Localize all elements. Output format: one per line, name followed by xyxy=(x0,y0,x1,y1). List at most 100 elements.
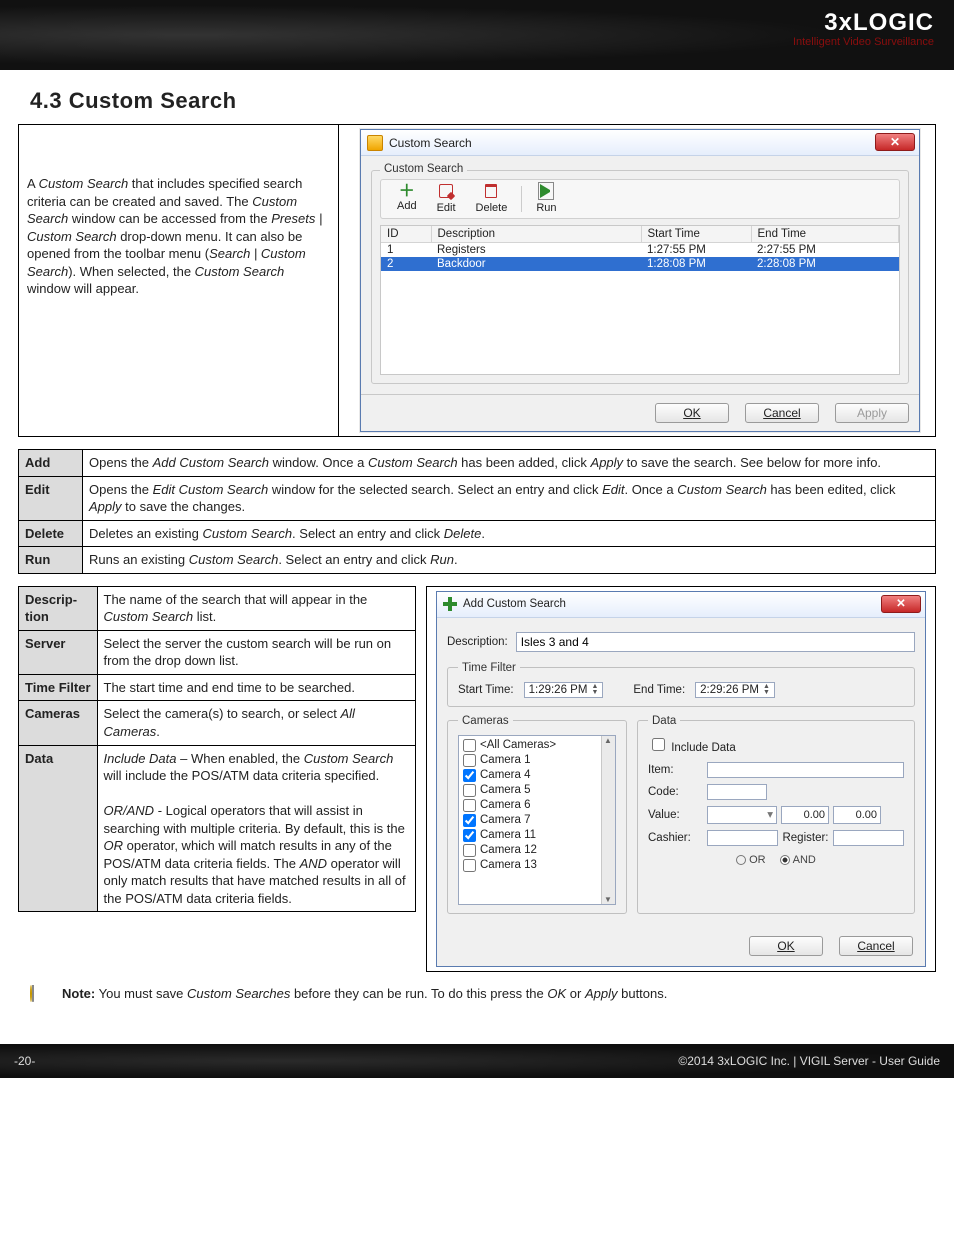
code-input[interactable] xyxy=(707,784,767,800)
camera-list[interactable]: <All Cameras>Camera 1Camera 4Camera 5Cam… xyxy=(458,735,616,905)
camera-item[interactable]: Camera 6 xyxy=(461,798,613,813)
camera-checkbox[interactable] xyxy=(463,829,476,842)
acs-footer: OK Cancel xyxy=(437,930,925,966)
data-group: Data Include Data Item: Code: xyxy=(637,715,915,914)
page-body: 4.3 Custom Search A Custom Search that i… xyxy=(0,70,954,1032)
definition-key: Edit xyxy=(19,476,83,520)
cashier-input[interactable] xyxy=(707,830,778,846)
cameras-group: Cameras <All Cameras>Camera 1Camera 4Cam… xyxy=(447,715,627,914)
run-button[interactable]: Run xyxy=(526,184,566,214)
or-and-radio-group: OR AND xyxy=(648,854,904,866)
plus-icon: ＋ xyxy=(399,184,415,200)
footer-right: ©2014 3xLOGIC Inc. | VIGIL Server - User… xyxy=(678,1054,940,1068)
and-radio[interactable]: AND xyxy=(780,854,816,866)
search-grid[interactable]: ID Description Start Time End Time 1Regi… xyxy=(380,225,900,375)
camera-item[interactable]: Camera 12 xyxy=(461,843,613,858)
camera-checkbox[interactable] xyxy=(463,739,476,752)
camera-checkbox[interactable] xyxy=(463,754,476,767)
toolbar-definition-table: AddOpens the Add Custom Search window. O… xyxy=(18,449,936,574)
intro-text: A Custom Search that includes specified … xyxy=(19,125,339,436)
or-radio[interactable]: OR xyxy=(736,854,766,866)
camera-label: Camera 4 xyxy=(480,769,531,781)
camera-label: <All Cameras> xyxy=(480,739,556,751)
dialog-titlebar: Custom Search ✕ xyxy=(361,130,919,156)
top-banner: 3xLOGIC Intelligent Video Surveillance xyxy=(0,0,954,70)
include-data-checkbox[interactable]: Include Data xyxy=(648,742,736,754)
camera-label: Camera 6 xyxy=(480,799,531,811)
spinner-icon[interactable]: ▲▼ xyxy=(591,684,598,696)
camera-checkbox[interactable] xyxy=(463,814,476,827)
camera-checkbox[interactable] xyxy=(463,799,476,812)
camera-checkbox[interactable] xyxy=(463,769,476,782)
camera-item[interactable]: Camera 5 xyxy=(461,783,613,798)
cashier-label: Cashier: xyxy=(648,832,703,844)
code-label: Code: xyxy=(648,786,703,798)
play-icon xyxy=(540,184,552,202)
toolbar: ＋ Add Edit Delete xyxy=(380,179,900,219)
ok-button[interactable]: OK xyxy=(655,403,729,423)
spinner-icon[interactable]: ▲▼ xyxy=(763,684,770,696)
grid-body: 1Registers1:27:55 PM2:27:55 PM2Backdoor1… xyxy=(381,243,899,272)
camera-item[interactable]: Camera 11 xyxy=(461,828,613,843)
col-end[interactable]: End Time xyxy=(751,226,899,243)
col-desc[interactable]: Description xyxy=(431,226,641,243)
delete-button[interactable]: Delete xyxy=(466,184,518,214)
camera-checkbox[interactable] xyxy=(463,844,476,857)
add-button[interactable]: ＋ Add xyxy=(387,184,427,214)
page-number: -20- xyxy=(14,1054,35,1068)
definition-key: Data xyxy=(19,745,98,912)
col-id[interactable]: ID xyxy=(381,226,431,243)
camera-item[interactable]: Camera 7 xyxy=(461,813,613,828)
camera-checkbox[interactable] xyxy=(463,784,476,797)
run-label: Run xyxy=(536,202,556,214)
item-input[interactable] xyxy=(707,762,904,778)
custom-search-group: Custom Search ＋ Add Edit xyxy=(371,170,909,384)
table-row[interactable]: 2Backdoor1:28:08 PM2:28:08 PM xyxy=(381,257,899,271)
definition-row: CamerasSelect the camera(s) to search, o… xyxy=(19,701,416,745)
definition-row: AddOpens the Add Custom Search window. O… xyxy=(19,450,936,477)
col-start[interactable]: Start Time xyxy=(641,226,751,243)
camera-label: Camera 7 xyxy=(480,814,531,826)
scrollbar[interactable] xyxy=(601,736,615,904)
field-definition-table: Descrip-tionThe name of the search that … xyxy=(18,586,416,913)
custom-search-dialog: Custom Search ✕ Custom Search ＋ Add xyxy=(360,129,920,432)
definition-key: Time Filter xyxy=(19,674,98,701)
start-time-input[interactable]: 1:29:26 PM ▲▼ xyxy=(524,682,604,698)
camera-checkbox[interactable] xyxy=(463,859,476,872)
time-filter-legend: Time Filter xyxy=(458,662,520,674)
definition-value: Opens the Add Custom Search window. Once… xyxy=(83,450,936,477)
edit-button[interactable]: Edit xyxy=(427,184,466,214)
value-operator-dropdown[interactable] xyxy=(707,806,777,824)
description-input[interactable] xyxy=(516,632,915,652)
start-time-label: Start Time: xyxy=(458,684,514,696)
register-label: Register: xyxy=(782,832,828,844)
camera-item[interactable]: Camera 4 xyxy=(461,768,613,783)
group-title: Custom Search xyxy=(380,163,467,175)
camera-item[interactable]: Camera 13 xyxy=(461,858,613,873)
include-data-input[interactable] xyxy=(652,738,665,751)
table-row[interactable]: 1Registers1:27:55 PM2:27:55 PM xyxy=(381,243,899,258)
camera-item[interactable]: <All Cameras> xyxy=(461,738,613,753)
ok-button[interactable]: OK xyxy=(749,936,823,956)
definition-row: DataInclude Data – When enabled, the Cus… xyxy=(19,745,416,912)
definition-row: Descrip-tionThe name of the search that … xyxy=(19,586,416,630)
cancel-button[interactable]: Cancel xyxy=(839,936,913,956)
value-low-input[interactable]: 0.00 xyxy=(781,806,829,824)
value-label: Value: xyxy=(648,809,703,821)
acs-titlebar: Add Custom Search ✕ xyxy=(437,592,925,618)
page-footer: -20- ©2014 3xLOGIC Inc. | VIGIL Server -… xyxy=(0,1044,954,1078)
add-search-row: Descrip-tionThe name of the search that … xyxy=(18,586,936,972)
item-label: Item: xyxy=(648,764,703,776)
value-high-input[interactable]: 0.00 xyxy=(833,806,881,824)
register-input[interactable] xyxy=(833,830,904,846)
definition-value: Select the camera(s) to search, or selec… xyxy=(97,701,415,745)
close-icon[interactable]: ✕ xyxy=(881,595,921,613)
close-icon[interactable]: ✕ xyxy=(875,133,915,151)
cancel-button[interactable]: Cancel xyxy=(745,403,819,423)
definition-key: Descrip-tion xyxy=(19,586,98,630)
apply-button[interactable]: Apply xyxy=(835,403,909,423)
end-time-input[interactable]: 2:29:26 PM ▲▼ xyxy=(695,682,775,698)
camera-item[interactable]: Camera 1 xyxy=(461,753,613,768)
definition-value: Include Data – When enabled, the Custom … xyxy=(97,745,415,912)
dialog-footer: OK Cancel Apply xyxy=(361,394,919,431)
